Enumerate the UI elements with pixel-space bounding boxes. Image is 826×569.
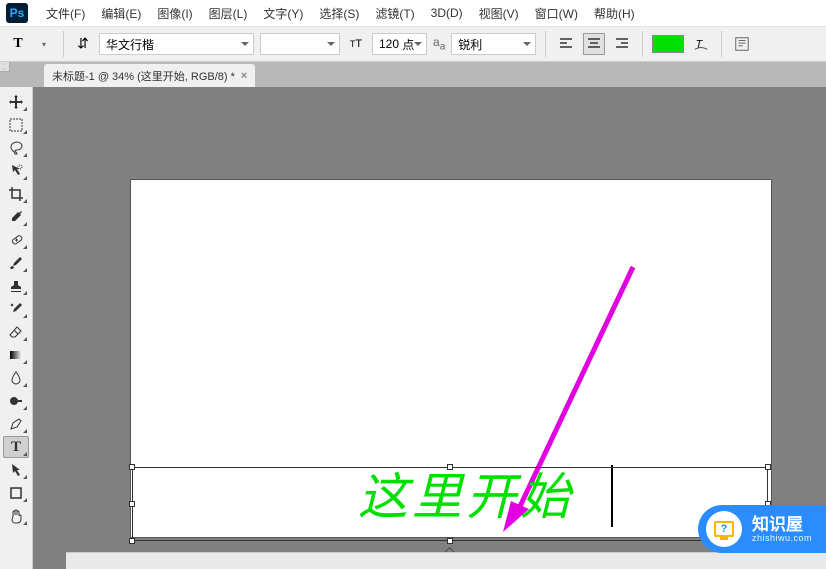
tab-close-icon[interactable]: × bbox=[241, 70, 247, 82]
eraser-tool[interactable] bbox=[3, 321, 29, 343]
resize-handle-tm[interactable] bbox=[447, 464, 453, 470]
menu-window[interactable]: 窗口(W) bbox=[527, 2, 586, 25]
menu-layer[interactable]: 图层(L) bbox=[201, 2, 256, 25]
menu-bar: Ps 文件(F) 编辑(E) 图像(I) 图层(L) 文字(Y) 选择(S) 滤… bbox=[0, 0, 826, 27]
watermark-monitor-icon: ? bbox=[714, 521, 734, 537]
crop-tool[interactable] bbox=[3, 183, 29, 205]
document-tab[interactable]: 未标题-1 @ 34% (这里开始, RGB/8) * × bbox=[44, 64, 255, 87]
align-right-button[interactable] bbox=[611, 33, 633, 55]
pen-tool[interactable] bbox=[3, 413, 29, 435]
type-tool[interactable]: T bbox=[3, 436, 29, 458]
menu-image[interactable]: 图像(I) bbox=[149, 2, 200, 25]
antialias-select[interactable]: 锐利 bbox=[451, 33, 536, 55]
separator bbox=[642, 31, 643, 57]
history-brush-tool[interactable] bbox=[3, 298, 29, 320]
blur-tool[interactable] bbox=[3, 367, 29, 389]
document-tab-title: 未标题-1 @ 34% (这里开始, RGB/8) * bbox=[52, 68, 235, 84]
lasso-tool[interactable] bbox=[3, 137, 29, 159]
antialias-value: 锐利 bbox=[458, 36, 482, 53]
resize-handle-tl[interactable] bbox=[129, 464, 135, 470]
watermark-text: 知识屋 zhishiwu.com bbox=[752, 516, 812, 543]
menu-edit[interactable]: 编辑(E) bbox=[93, 2, 149, 25]
separator bbox=[721, 31, 722, 57]
horizontal-scrollbar[interactable] bbox=[66, 552, 826, 569]
font-size-icon: TT bbox=[346, 34, 366, 54]
font-size-unit: 点 bbox=[402, 36, 414, 53]
stamp-tool[interactable] bbox=[3, 275, 29, 297]
app-logo: Ps bbox=[6, 3, 28, 23]
move-tool[interactable] bbox=[3, 91, 29, 113]
path-select-tool[interactable] bbox=[3, 459, 29, 481]
gradient-tool[interactable] bbox=[3, 344, 29, 366]
menu-help[interactable]: 帮助(H) bbox=[586, 2, 643, 25]
align-center-button[interactable] bbox=[583, 33, 605, 55]
text-options-bar: T ▾ ⇵ 华文行楷 TT 120 点 aa 锐利 T bbox=[0, 27, 826, 62]
type-tool-dropdown-icon[interactable]: ▾ bbox=[34, 34, 54, 54]
eyedropper-tool[interactable] bbox=[3, 206, 29, 228]
shape-tool[interactable] bbox=[3, 482, 29, 504]
watermark-badge: ? 知识屋 zhishiwu.com bbox=[698, 505, 826, 553]
menu-filter[interactable]: 滤镜(T) bbox=[367, 2, 422, 25]
font-size-value: 120 bbox=[379, 37, 399, 51]
text-color-swatch[interactable] bbox=[652, 35, 684, 53]
watermark-icon: ? bbox=[706, 511, 742, 547]
heal-tool[interactable] bbox=[3, 229, 29, 251]
character-panel-icon[interactable] bbox=[731, 33, 753, 55]
text-orientation-icon[interactable]: ⇵ bbox=[73, 34, 93, 54]
separator bbox=[63, 31, 64, 57]
document-tab-bar: 未标题-1 @ 34% (这里开始, RGB/8) * × bbox=[0, 62, 826, 87]
resize-handle-tr[interactable] bbox=[765, 464, 771, 470]
font-style-select[interactable] bbox=[260, 33, 340, 55]
menu-type[interactable]: 文字(Y) bbox=[255, 2, 311, 25]
panel-drag-handle[interactable]: ···· bbox=[0, 62, 10, 72]
dodge-tool[interactable] bbox=[3, 390, 29, 412]
canvas-workspace[interactable]: 这里开始 ◇ bbox=[33, 87, 826, 569]
brush-tool[interactable] bbox=[3, 252, 29, 274]
marquee-tool[interactable] bbox=[3, 114, 29, 136]
menu-view[interactable]: 视图(V) bbox=[471, 2, 527, 25]
align-left-button[interactable] bbox=[555, 33, 577, 55]
hand-tool[interactable] bbox=[3, 505, 29, 527]
resize-handle-ml[interactable] bbox=[129, 501, 135, 507]
menu-file[interactable]: 文件(F) bbox=[38, 2, 93, 25]
separator bbox=[545, 31, 546, 57]
watermark-url: zhishiwu.com bbox=[752, 533, 812, 543]
font-size-select[interactable]: 120 点 bbox=[372, 33, 427, 55]
menu-3d[interactable]: 3D(D) bbox=[423, 3, 471, 23]
warp-text-icon[interactable]: T bbox=[690, 33, 712, 55]
font-family-select[interactable]: 华文行楷 bbox=[99, 33, 254, 55]
text-bounding-box[interactable]: ◇ bbox=[132, 467, 768, 541]
resize-handle-bl[interactable] bbox=[129, 538, 135, 544]
tools-panel: T bbox=[0, 87, 33, 569]
font-family-value: 华文行楷 bbox=[106, 36, 154, 53]
quick-select-tool[interactable] bbox=[3, 160, 29, 182]
antialias-label: aa bbox=[433, 35, 445, 52]
main-area: T 这里开始 ◇ bbox=[0, 87, 826, 569]
type-tool-icon: T bbox=[8, 34, 28, 54]
watermark-title: 知识屋 bbox=[752, 516, 812, 533]
menu-select[interactable]: 选择(S) bbox=[311, 2, 367, 25]
